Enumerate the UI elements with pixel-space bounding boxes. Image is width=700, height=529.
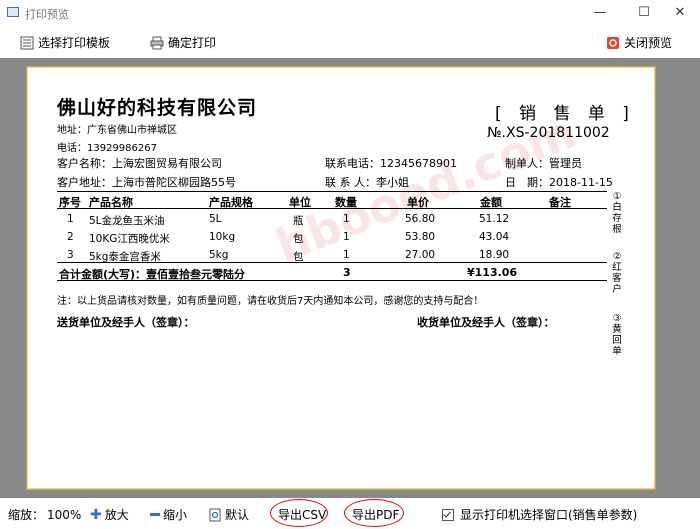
row2-name: 10KG江西晚优米 (89, 233, 170, 245)
header-spec: 产品规格 (209, 196, 253, 209)
zoom-out-button[interactable]: 缩小 (150, 506, 187, 523)
show-printer-dialog-checkbox[interactable]: 显示打印机选择窗口(销售单参数) (442, 506, 637, 523)
choose-template-button[interactable]: 选择打印模板 (20, 34, 110, 51)
sender-signature: 送货单位及经手人（签章）： (57, 316, 195, 329)
header-remark: 备注 (549, 196, 571, 209)
row1-spec: 5L (209, 213, 222, 225)
row1-unit: 瓶 (293, 215, 304, 227)
minimize-button[interactable]: — (580, 2, 620, 22)
contact-phone-label: 联系电话： (325, 157, 380, 170)
row3-amount: 18.90 (479, 249, 510, 261)
app-window-icon (7, 7, 19, 17)
header-qty: 数量 (335, 196, 357, 209)
close-window-button[interactable]: ✕ (660, 2, 700, 22)
document-number: №.XS-201811002 (487, 125, 610, 141)
zoom-label: 缩放： (8, 508, 45, 522)
side-copy-yellow: ③黄回单 (612, 313, 622, 357)
row1-amount: 51.12 (479, 213, 510, 225)
default-zoom-label: 默认 (225, 508, 250, 522)
customer-name-field: 客户名称：上海宏图贸易有限公司 (57, 155, 222, 171)
printer-icon (150, 36, 164, 50)
maker-field: 制单人：管理员 (505, 155, 582, 171)
date-field: 日 期：2018-11-15 (505, 174, 613, 190)
company-name: 佛山好的科技有限公司 (57, 97, 258, 119)
print-page: hbooed.com 佛山好的科技有限公司 地址：广东省佛山市禅城区 电话：13… (26, 66, 656, 490)
row2-seq: 2 (67, 231, 74, 243)
window-title: 打印预览 (25, 8, 69, 21)
customer-address-field: 客户地址：上海市普陀区柳园路55号 (57, 174, 236, 190)
document-note: 注：以上货品请核对数量，如有质量问题，请在收货后7天内通知本公司，感谢您的支持与… (57, 296, 484, 307)
row2-amount: 43.04 (479, 231, 510, 243)
header-price: 单价 (407, 196, 429, 209)
company-address: 地址：广东省佛山市禅城区 (57, 125, 177, 136)
row2-unit: 包 (293, 233, 304, 245)
confirm-print-button[interactable]: 确定打印 (150, 34, 216, 51)
confirm-print-label: 确定打印 (168, 36, 217, 50)
customer-address-value: 上海市普陀区柳园路55号 (112, 176, 236, 189)
header-name: 产品名称 (89, 196, 133, 209)
zoom-in-label: 放大 (104, 508, 129, 522)
date-label: 日 期： (505, 176, 549, 189)
maker-value: 管理员 (549, 157, 582, 170)
contact-person-label: 联 系 人： (325, 176, 376, 189)
row3-qty: 1 (343, 249, 350, 261)
plus-icon: ✚ (90, 506, 102, 523)
row2-price: 53.80 (405, 231, 436, 243)
row1-qty: 1 (343, 213, 350, 225)
zoom-out-label: 缩小 (163, 508, 188, 522)
contact-phone-field: 联系电话：12345678901 (325, 155, 457, 171)
fit-page-icon (208, 508, 222, 522)
row2-spec: 10kg (209, 231, 236, 243)
receiver-signature: 收货单位及经手人（签章）： (417, 316, 555, 329)
row3-unit: 包 (293, 251, 304, 263)
company-phone: 电话：13929986267 (57, 143, 157, 154)
close-preview-icon (606, 36, 620, 50)
total-label: 合计金额(大写)：壹佰壹拾叁元零陆分 (59, 268, 246, 281)
row1-seq: 1 (67, 213, 74, 225)
customer-name-label: 客户名称： (57, 157, 112, 170)
zoom-value: 100% (47, 507, 82, 522)
contact-person-value: 李小姐 (376, 176, 409, 189)
side-copy-white: ①白存根 (612, 191, 622, 235)
header-seq: 序号 (59, 196, 81, 209)
row3-price: 27.00 (405, 249, 436, 261)
date-value: 2018-11-15 (549, 176, 613, 189)
total-amount: ¥113.06 (467, 266, 518, 279)
zoom-in-button[interactable]: ✚ 放大 (90, 506, 129, 523)
highlight-circle-pdf (344, 499, 404, 527)
row1-name: 5L金龙鱼玉米油 (89, 215, 165, 227)
default-zoom-button[interactable]: 默认 (208, 506, 249, 523)
table-top-border (57, 191, 607, 192)
minus-icon (150, 513, 160, 516)
contact-person-field: 联 系 人：李小姐 (325, 174, 409, 190)
maximize-button[interactable]: ☐ (624, 2, 664, 22)
template-list-icon (20, 36, 34, 50)
maker-label: 制单人： (505, 157, 549, 170)
total-qty: 3 (343, 266, 351, 279)
checkbox-checked-icon (442, 508, 454, 521)
contact-phone-value: 12345678901 (380, 157, 457, 170)
side-copy-red: ②红客户 (612, 251, 622, 295)
title-bar: 打印预览 — ☐ ✕ (0, 0, 700, 26)
highlight-circle-csv (270, 499, 328, 527)
show-printer-dialog-label: 显示打印机选择窗口(销售单参数) (460, 508, 638, 522)
customer-name-value: 上海宏图贸易有限公司 (112, 157, 222, 170)
status-bar: 缩放： 100% ✚ 放大 缩小 默认 导出CSV 导出PDF 显示打印机选择窗… (0, 498, 700, 529)
row3-spec: 5kg (209, 249, 229, 261)
customer-address-label: 客户地址： (57, 176, 112, 189)
choose-template-label: 选择打印模板 (38, 36, 111, 50)
row2-qty: 1 (343, 231, 350, 243)
document-title: [ 销 售 单 ] (495, 104, 635, 124)
row1-price: 56.80 (405, 213, 436, 225)
row3-name: 5kg泰金宫香米 (89, 251, 161, 263)
close-preview-label: 关闭预览 (624, 36, 673, 50)
toolbar: 选择打印模板 确定打印 关闭预览 (0, 26, 700, 58)
header-unit: 单位 (289, 196, 311, 209)
row3-seq: 3 (67, 249, 74, 261)
header-amount: 金额 (480, 196, 502, 209)
zoom-display: 缩放： 100% (8, 506, 81, 523)
close-preview-button[interactable]: 关闭预览 (606, 34, 672, 51)
table-header-border (57, 208, 607, 209)
